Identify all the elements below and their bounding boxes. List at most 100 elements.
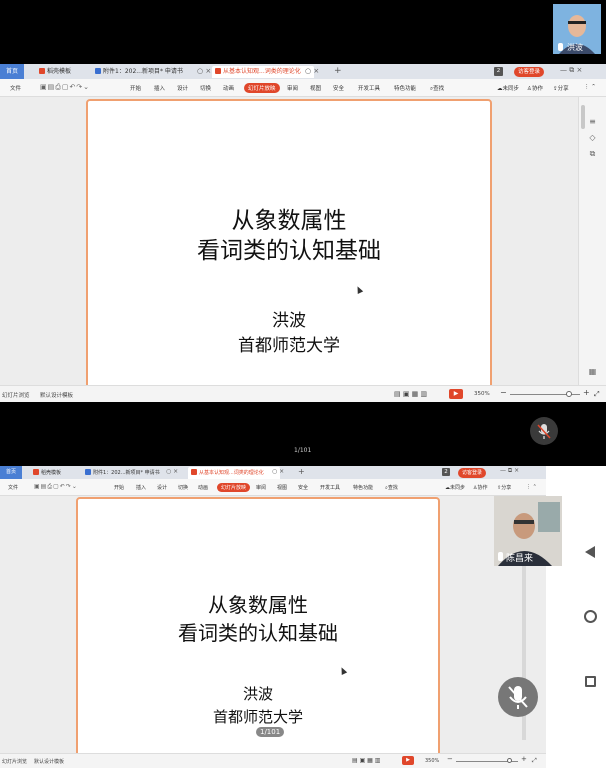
properties-icon[interactable]: ≡ bbox=[588, 117, 597, 126]
search-label: 查找 bbox=[387, 485, 398, 491]
slide-sorter-label[interactable]: 幻灯片浏览 bbox=[2, 391, 30, 399]
menu-insert[interactable]: 插入 bbox=[154, 84, 165, 92]
layout-icon[interactable]: ⧉ bbox=[588, 149, 597, 158]
menu-developer[interactable]: 开发工具 bbox=[320, 484, 340, 491]
menu-features[interactable]: 特色功能 bbox=[394, 84, 416, 92]
menu-review[interactable]: 审阅 bbox=[287, 84, 298, 92]
zoom-slider-knob[interactable] bbox=[507, 758, 512, 763]
more-icon[interactable]: ⋮ ⌃ bbox=[526, 484, 537, 490]
menu-developer[interactable]: 开发工具 bbox=[358, 84, 380, 92]
ribbon-menu: 文件 ▣▤⎙▢↶↷⌄ 开始 插入 设计 切换 动画 幻灯片放映 审阅 视图 安全… bbox=[0, 479, 546, 496]
menu-design[interactable]: 设计 bbox=[177, 84, 188, 92]
status-bar: 幻灯片浏览 默认设计模板 ▤ ▣ ▦ ▥ ▶ 350% − + ⤢ bbox=[0, 753, 546, 768]
quick-access-icons[interactable]: ▣▤⎙▢↶↷⌄ bbox=[40, 83, 90, 92]
window-controls[interactable]: — ⧉ × bbox=[500, 467, 519, 475]
tab-docer[interactable]: 稻壳模板 bbox=[36, 66, 74, 78]
grid-icon[interactable]: ▦ bbox=[588, 367, 597, 376]
menu-security[interactable]: 安全 bbox=[333, 84, 344, 92]
docer-icon bbox=[33, 469, 39, 475]
tab-close-icon[interactable]: ○ × bbox=[272, 468, 284, 475]
menu-home[interactable]: 开始 bbox=[130, 84, 141, 92]
recents-square-icon[interactable] bbox=[585, 676, 596, 687]
back-icon[interactable] bbox=[585, 546, 595, 558]
zoom-in-icon[interactable]: + bbox=[583, 388, 590, 397]
vertical-scrollbar[interactable] bbox=[581, 105, 585, 129]
more-icon[interactable]: ⋮ ⌃ bbox=[584, 84, 596, 90]
zoom-out-icon[interactable]: − bbox=[447, 755, 453, 763]
share-button[interactable]: ⇪分享 bbox=[553, 84, 569, 92]
muted-mic-button-bottom[interactable] bbox=[498, 677, 538, 717]
tab-home[interactable]: 首页 bbox=[0, 64, 25, 79]
zoom-level[interactable]: 350% bbox=[474, 391, 490, 397]
search-menu[interactable]: ⌕查找 bbox=[385, 484, 398, 491]
slide-author: 洪波 bbox=[272, 311, 306, 331]
play-slideshow-button[interactable]: ▶ bbox=[402, 756, 414, 765]
ribbon-menu: 文件 ▣▤⎙▢↶↷⌄ 开始 插入 设计 切换 动画 幻灯片放映 审阅 视图 安全… bbox=[0, 79, 606, 97]
slide-page-badge: 1/101 bbox=[256, 727, 285, 737]
play-slideshow-button[interactable]: ▶ bbox=[449, 389, 463, 399]
new-tab-icon[interactable]: + bbox=[334, 66, 342, 76]
menu-slideshow[interactable]: 幻灯片放映 bbox=[217, 483, 251, 492]
quick-access-icons[interactable]: ▣▤⎙▢↶↷⌄ bbox=[34, 483, 78, 491]
menu-insert[interactable]: 插入 bbox=[136, 484, 146, 491]
tab-presentation[interactable]: 从基本认知观...词类的理论化 bbox=[188, 467, 280, 479]
fit-window-icon[interactable]: ⤢ bbox=[594, 390, 600, 399]
tab-label: 稻壳模板 bbox=[47, 68, 72, 75]
menu-file[interactable]: 文件 bbox=[8, 484, 18, 491]
collab-label: 协作 bbox=[477, 485, 488, 491]
new-tab-icon[interactable]: + bbox=[298, 467, 305, 476]
home-circle-icon[interactable] bbox=[584, 610, 597, 623]
login-button[interactable]: 访客登录 bbox=[458, 468, 487, 478]
ppt-icon bbox=[191, 469, 197, 475]
menu-view[interactable]: 视图 bbox=[310, 84, 321, 92]
menu-transition[interactable]: 切换 bbox=[178, 484, 188, 491]
view-mode-icons[interactable]: ▤ ▣ ▦ ▥ bbox=[394, 390, 427, 398]
mouse-cursor bbox=[338, 666, 348, 675]
zoom-in-icon[interactable]: + bbox=[521, 755, 527, 763]
fit-window-icon[interactable]: ⤢ bbox=[532, 757, 537, 765]
tab-docer[interactable]: 稻壳模板 bbox=[30, 467, 64, 479]
share-label: 分享 bbox=[557, 86, 569, 92]
muted-mic-button-top[interactable] bbox=[530, 417, 558, 445]
sync-status[interactable]: ☁未同步 bbox=[497, 84, 519, 92]
template-label: 默认设计模板 bbox=[40, 393, 74, 399]
tab-presentation[interactable]: 从基本认知观...词类的理论化 bbox=[212, 66, 314, 78]
menu-design[interactable]: 设计 bbox=[157, 484, 167, 491]
tab-doc-attachment[interactable]: 附件1：202...新项目* 申请书 bbox=[92, 66, 204, 78]
docer-icon bbox=[39, 68, 45, 74]
window-controls[interactable]: — ⧉ × bbox=[560, 66, 582, 75]
collab-button[interactable]: ♙协作 bbox=[527, 84, 543, 92]
tab-close-icon[interactable]: ○ × bbox=[197, 67, 211, 75]
video-tile-hongbo[interactable]: 洪波 bbox=[553, 4, 601, 54]
menu-view[interactable]: 视图 bbox=[277, 484, 287, 491]
menu-file[interactable]: 文件 bbox=[10, 84, 21, 92]
menu-animation[interactable]: 动画 bbox=[223, 84, 234, 92]
shape-icon[interactable]: ◇ bbox=[588, 133, 597, 142]
menu-animation[interactable]: 动画 bbox=[198, 484, 208, 491]
slide-canvas[interactable]: 从象数属性 看词类的认知基础 洪波 首都师范大学 1/101 bbox=[76, 497, 440, 767]
zoom-slider-knob[interactable] bbox=[566, 391, 572, 397]
view-mode-icons[interactable]: ▤ ▣ ▦ ▥ bbox=[352, 757, 380, 764]
login-button[interactable]: 访客登录 bbox=[514, 67, 545, 77]
menu-home[interactable]: 开始 bbox=[114, 484, 124, 491]
menu-review[interactable]: 审阅 bbox=[256, 484, 266, 491]
tab-close-icon[interactable]: ○ × bbox=[305, 67, 319, 75]
search-menu[interactable]: ⌕查找 bbox=[430, 84, 444, 93]
slide-canvas[interactable]: 从象数属性 看词类的认知基础 洪波 首都师范大学 bbox=[86, 99, 492, 389]
menu-slideshow[interactable]: 幻灯片放映 bbox=[244, 83, 280, 93]
share-button[interactable]: ⇪分享 bbox=[497, 484, 511, 491]
menu-features[interactable]: 特色功能 bbox=[353, 484, 373, 491]
tab-label: 附件1：202...新项目* 申请书 bbox=[93, 470, 160, 476]
slide-sorter-label[interactable]: 幻灯片浏览 bbox=[2, 758, 27, 765]
tab-close-icon[interactable]: ○ × bbox=[166, 468, 178, 475]
zoom-level[interactable]: 350% bbox=[425, 758, 439, 764]
slide-title-line1: 从象数属性 bbox=[208, 593, 308, 617]
menu-transition[interactable]: 切换 bbox=[200, 84, 211, 92]
sync-status[interactable]: ☁未同步 bbox=[445, 484, 465, 491]
tab-home[interactable]: 首页 bbox=[0, 466, 23, 479]
menu-security[interactable]: 安全 bbox=[298, 484, 308, 491]
video-tile-chenchanglai[interactable]: 陈昌来 bbox=[494, 496, 562, 566]
window-count-badge: 2 bbox=[442, 468, 450, 476]
collab-button[interactable]: ♙协作 bbox=[473, 484, 488, 491]
zoom-out-icon[interactable]: − bbox=[500, 388, 507, 397]
